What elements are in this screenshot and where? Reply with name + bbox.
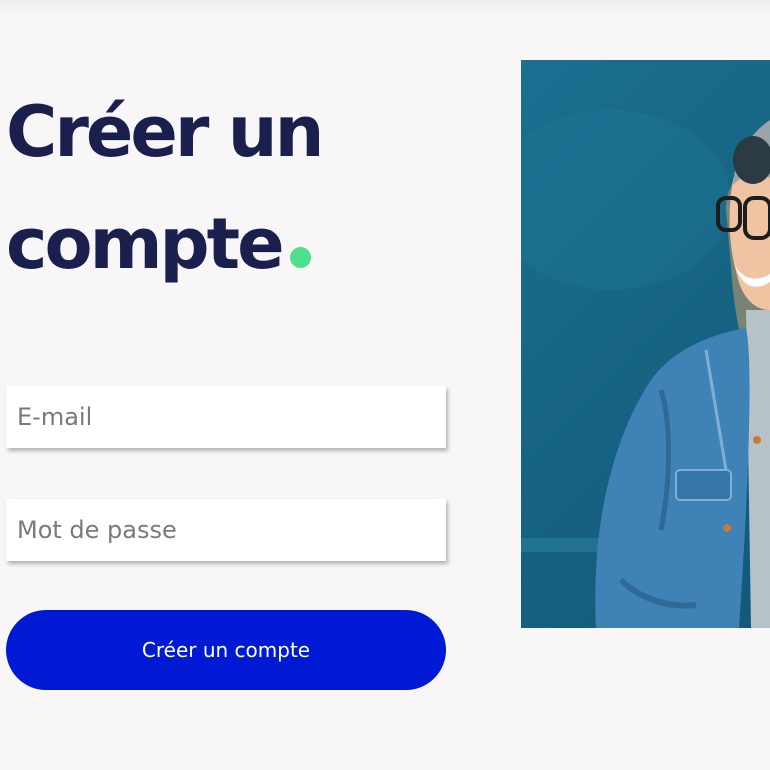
top-strip bbox=[0, 0, 770, 18]
title-line-1: Créer un bbox=[6, 91, 324, 173]
page-title: Créer un compte bbox=[6, 76, 466, 300]
jacket-button bbox=[753, 436, 761, 444]
jacket-pocket bbox=[675, 469, 732, 501]
hero-photo bbox=[521, 60, 770, 628]
hero-photo-illustration bbox=[521, 110, 770, 628]
create-account-button[interactable]: Créer un compte bbox=[6, 610, 446, 690]
email-field[interactable] bbox=[6, 386, 446, 448]
accent-dot-icon bbox=[289, 247, 311, 268]
shirt bbox=[746, 310, 770, 628]
jacket-button-2 bbox=[723, 524, 731, 532]
password-field[interactable] bbox=[6, 499, 446, 561]
wall-ledge bbox=[521, 538, 601, 552]
wall-highlight bbox=[521, 110, 731, 290]
title-line-2: compte bbox=[6, 203, 285, 285]
